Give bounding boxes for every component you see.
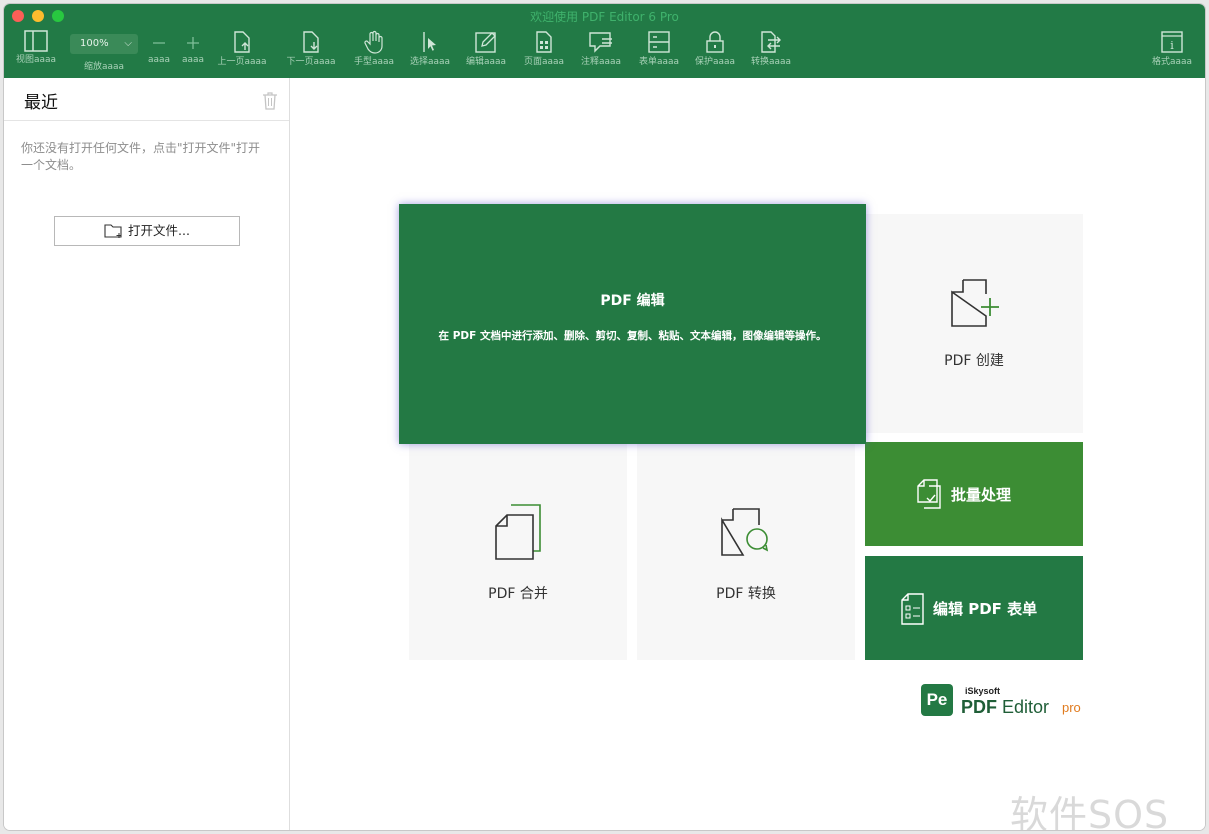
toolbar-convert-button[interactable]: 转换aaaa <box>744 30 798 74</box>
comment-icon <box>589 32 612 53</box>
form-doc-icon <box>901 593 924 625</box>
edit-form-label: 编辑 PDF 表单 <box>933 600 1038 618</box>
clear-recent-button[interactable] <box>262 92 278 114</box>
toolbar-select-label: 选择aaaa <box>409 57 451 67</box>
toolbar-zoom-in-button[interactable]: aaaa <box>178 30 208 74</box>
convert-doc-icon <box>721 508 769 556</box>
view-icon <box>24 30 48 52</box>
toolbar-format-button[interactable]: i 格式aaaa <box>1144 30 1200 74</box>
svg-text:i: i <box>1170 39 1174 52</box>
sidebar-divider <box>4 120 289 121</box>
chevron-down-icon: ⌵ <box>124 38 132 49</box>
pdf-edit-description: 在 PDF 文档中进行添加、删除、剪切、复制、粘贴、文本编辑，图像编辑等操作。 <box>438 330 827 342</box>
pdf-convert-tile[interactable]: PDF 转换 <box>637 441 855 660</box>
toolbar-zoom-out-button[interactable]: aaaa <box>144 30 174 74</box>
toolbar-convert-label: 转换aaaa <box>750 57 792 67</box>
app-window: 欢迎使用 PDF Editor 6 Pro 视图aaaa 100% ⌵ 缩放aa… <box>4 4 1205 830</box>
lock-icon <box>706 31 724 53</box>
pdf-convert-label: PDF 转换 <box>716 586 776 602</box>
merge-icon <box>495 504 541 560</box>
logo-edition: pro <box>1062 700 1081 715</box>
select-icon <box>423 32 436 52</box>
edit-form-tile[interactable]: 编辑 PDF 表单 <box>865 556 1083 660</box>
zoom-in-icon <box>187 37 199 49</box>
toolbar-select-button[interactable]: 选择aaaa <box>404 30 456 74</box>
pdf-edit-tile[interactable]: PDF 编辑 在 PDF 文档中进行添加、删除、剪切、复制、粘贴、文本编辑，图像… <box>399 204 866 444</box>
toolbar-next-page-label: 下一页aaaa <box>286 57 336 67</box>
next-page-icon <box>303 31 319 53</box>
zoom-out-icon <box>153 42 165 44</box>
logo-name-rest: Editor <box>997 697 1050 717</box>
sidebar-title: 最近 <box>24 93 58 113</box>
toolbar-view-button[interactable]: 视图aaaa <box>10 30 62 74</box>
toolbar: 欢迎使用 PDF Editor 6 Pro 视图aaaa 100% ⌵ 缩放aa… <box>4 4 1205 78</box>
toolbar-prev-page-button[interactable]: 上一页aaaa <box>212 30 272 74</box>
pdf-edit-title: PDF 编辑 <box>600 293 665 309</box>
product-logo: Pe iSkysoft PDF Editor pro <box>921 684 1086 724</box>
toolbar-zoom-label: 缩放aaaa <box>83 62 125 72</box>
pdf-merge-tile[interactable]: PDF 合并 <box>409 441 627 660</box>
convert-icon <box>761 31 781 53</box>
pdf-merge-label: PDF 合并 <box>488 586 548 602</box>
watermark-text: 软件SOS <box>1010 793 1170 830</box>
pdf-create-tile[interactable]: PDF 创建 <box>865 214 1083 433</box>
open-folder-icon <box>104 224 122 238</box>
toolbar-zoom-in-label: aaaa <box>181 55 205 65</box>
form-icon <box>648 31 670 53</box>
toolbar-form-button[interactable]: 表单aaaa <box>632 30 686 74</box>
batch-process-label: 批量处理 <box>951 486 1012 504</box>
edit-icon <box>475 32 496 53</box>
zoom-value: 100% <box>80 38 109 49</box>
window-title: 欢迎使用 PDF Editor 6 Pro <box>530 10 679 24</box>
trash-icon <box>263 92 277 110</box>
toolbar-comment-label: 注释aaaa <box>580 57 622 67</box>
toolbar-form-label: 表单aaaa <box>638 57 680 67</box>
logo-brand: iSkysoft <box>965 686 1001 696</box>
toolbar-page-button[interactable]: 页面aaaa <box>516 30 572 74</box>
toolbar-hand-button[interactable]: 手型aaaa <box>348 30 400 74</box>
batch-icon <box>917 479 941 509</box>
toolbar-page-label: 页面aaaa <box>523 57 565 67</box>
logo-mark: Pe <box>921 684 953 716</box>
create-doc-icon <box>951 279 999 327</box>
toolbar-comment-button[interactable]: 注释aaaa <box>574 30 628 74</box>
toolbar-edit-label: 编辑aaaa <box>465 57 507 67</box>
toolbar-prev-page-label: 上一页aaaa <box>217 57 267 67</box>
info-icon: i <box>1161 31 1183 53</box>
logo-product-name: PDF Editor <box>961 697 1049 718</box>
toolbar-next-page-button[interactable]: 下一页aaaa <box>280 30 342 74</box>
toolbar-edit-button[interactable]: 编辑aaaa <box>460 30 512 74</box>
toolbar-hand-label: 手型aaaa <box>353 57 395 67</box>
toolbar-protect-label: 保护aaaa <box>694 57 736 67</box>
batch-process-tile[interactable]: 批量处理 <box>865 442 1083 546</box>
start-panel: PDF 合并 PDF 转换 PDF 创建 批量处理 编辑 PDF 表单 PDF … <box>290 78 1205 830</box>
zoom-select[interactable]: 100% ⌵ <box>70 34 138 54</box>
hand-icon <box>364 30 383 54</box>
open-file-label: 打开文件... <box>128 223 190 238</box>
logo-name-bold: PDF <box>961 697 997 717</box>
pdf-create-label: PDF 创建 <box>944 353 1004 369</box>
page-icon <box>536 31 552 53</box>
toolbar-format-label: 格式aaaa <box>1151 57 1193 67</box>
prev-page-icon <box>234 31 250 53</box>
toolbar-view-label: 视图aaaa <box>15 55 57 65</box>
recent-sidebar: 最近 你还没有打开任何文件，点击"打开文件"打开一个文档。 打开文件... <box>4 78 290 830</box>
open-file-button[interactable]: 打开文件... <box>54 216 240 246</box>
toolbar-protect-button[interactable]: 保护aaaa <box>688 30 742 74</box>
empty-recent-message: 你还没有打开任何文件，点击"打开文件"打开一个文档。 <box>21 141 261 172</box>
toolbar-zoom-out-label: aaaa <box>147 55 171 65</box>
